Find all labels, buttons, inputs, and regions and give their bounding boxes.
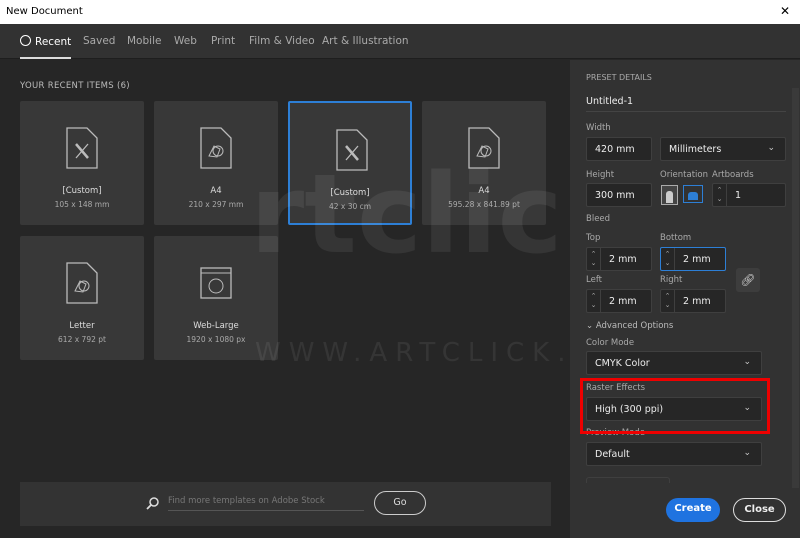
chevron-down-icon: ⌄	[743, 357, 751, 367]
go-button[interactable]: Go	[374, 491, 426, 515]
stock-search-input[interactable]: Find more templates on Adobe Stock	[168, 496, 364, 511]
recent-heading: YOUR RECENT ITEMS (6)	[20, 81, 130, 91]
recent-item-card[interactable]: [Custom] 105 x 148 mm	[20, 101, 144, 225]
custom-doc-icon	[336, 129, 368, 171]
chevron-down-icon: ⌄	[767, 143, 775, 153]
clock-icon	[20, 35, 31, 46]
top-label: Top	[586, 233, 601, 243]
recent-item-card[interactable]: [Custom] 42 x 30 cm	[288, 101, 412, 225]
portrait-icon[interactable]	[661, 185, 678, 205]
preview-mode-select[interactable]: Default ⌄	[586, 442, 762, 466]
bottom-label: Bottom	[660, 233, 692, 243]
item-size: 612 x 792 pt	[58, 335, 106, 344]
print-doc-icon	[468, 127, 500, 169]
left-label: Left	[586, 275, 602, 285]
width-input[interactable]: 420 mm	[586, 137, 652, 161]
custom-doc-icon	[66, 127, 98, 169]
window-title: New Document	[6, 6, 83, 17]
item-size: 595.28 x 841.89 pt	[448, 200, 520, 209]
item-size: 42 x 30 cm	[328, 202, 372, 211]
print-doc-icon	[200, 127, 232, 169]
bleed-bottom-value: 2 mm	[683, 254, 711, 265]
recent-item-card[interactable]: A4 210 x 297 mm	[154, 101, 278, 225]
advanced-options-label: Advanced Options	[595, 321, 674, 331]
color-mode-value: CMYK Color	[595, 358, 650, 369]
create-button[interactable]: Create	[666, 498, 720, 522]
print-doc-icon	[66, 262, 98, 304]
preset-details-panel: PRESET DETAILS Untitled-1 Width 420 mm M…	[570, 60, 800, 538]
preset-name-input[interactable]: Untitled-1	[586, 90, 786, 112]
tab-mobile[interactable]: Mobile	[127, 35, 161, 47]
tab-film-video[interactable]: Film & Video	[249, 35, 315, 47]
units-value: Millimeters	[669, 144, 722, 155]
artboards-value: 1	[735, 190, 742, 201]
item-name: Web-Large	[193, 321, 239, 331]
advanced-options-toggle[interactable]: ⌄ Advanced Options	[586, 321, 673, 331]
stepper-arrows-icon[interactable]: ⌃ ⌄	[587, 248, 601, 270]
units-select[interactable]: Millimeters ⌄	[660, 137, 786, 161]
tab-saved[interactable]: Saved	[83, 35, 115, 47]
bleed-left-stepper[interactable]: ⌃ ⌄ 2 mm	[586, 289, 652, 313]
color-mode-label: Color Mode	[586, 338, 635, 348]
item-size: 105 x 148 mm	[54, 200, 110, 209]
recent-area: YOUR RECENT ITEMS (6) [Custom] 105 x 148 …	[0, 60, 570, 538]
tab-label: Recent	[35, 36, 72, 48]
highlight-box	[580, 378, 770, 434]
recent-item-card[interactable]: A4 595.28 x 841.89 pt	[422, 101, 546, 225]
web-doc-icon	[200, 267, 232, 299]
item-name: A4	[210, 186, 222, 196]
right-label: Right	[660, 275, 683, 285]
bleed-top-value: 2 mm	[609, 254, 637, 265]
item-size: 210 x 297 mm	[188, 200, 244, 209]
item-name: Letter	[69, 321, 95, 331]
tab-art-illustration[interactable]: Art & Illustration	[322, 35, 409, 47]
item-name: [Custom]	[62, 186, 102, 196]
recent-item-card[interactable]: Letter 612 x 792 pt	[20, 236, 144, 360]
orientation-label: Orientation	[660, 170, 708, 180]
width-label: Width	[586, 123, 611, 133]
title-bar: New Document ✕	[0, 0, 800, 24]
bleed-top-stepper[interactable]: ⌃ ⌄ 2 mm	[586, 247, 652, 271]
stepper-arrows-icon[interactable]: ⌃ ⌄	[713, 184, 727, 206]
link-bleed-icon[interactable]: 🔗︎	[736, 268, 760, 292]
bleed-right-value: 2 mm	[683, 296, 711, 307]
stepper-arrows-icon[interactable]: ⌃ ⌄	[661, 290, 675, 312]
tab-bar: Recent Saved Mobile Web Print Film & Vid…	[0, 24, 800, 59]
artboards-label: Artboards	[712, 170, 754, 180]
stock-search-bar: Find more templates on Adobe Stock Go	[20, 482, 551, 526]
item-size: 1920 x 1080 px	[186, 335, 246, 344]
search-icon	[146, 497, 159, 510]
more-field	[586, 477, 670, 483]
artboards-stepper[interactable]: ⌃ ⌄ 1	[712, 183, 786, 207]
bleed-label: Bleed	[586, 214, 611, 224]
panel-scrollbar[interactable]	[792, 88, 799, 488]
tab-print[interactable]: Print	[211, 35, 235, 47]
height-input[interactable]: 300 mm	[586, 183, 652, 207]
stepper-arrows-icon[interactable]: ⌃ ⌄	[661, 248, 675, 270]
close-window-icon[interactable]: ✕	[780, 4, 790, 18]
bleed-left-value: 2 mm	[609, 296, 637, 307]
tab-recent[interactable]: Recent	[20, 35, 72, 59]
recent-item-card[interactable]: Web-Large 1920 x 1080 px	[154, 236, 278, 360]
preview-mode-value: Default	[595, 449, 630, 460]
stepper-arrows-icon[interactable]: ⌃ ⌄	[587, 290, 601, 312]
bleed-right-stepper[interactable]: ⌃ ⌄ 2 mm	[660, 289, 726, 313]
landscape-icon[interactable]	[683, 185, 703, 203]
item-name: A4	[478, 186, 490, 196]
tab-web[interactable]: Web	[174, 35, 197, 47]
close-button[interactable]: Close	[733, 498, 786, 522]
chevron-down-icon: ⌄	[743, 448, 751, 458]
bleed-bottom-stepper[interactable]: ⌃ ⌄ 2 mm	[660, 247, 726, 271]
preset-heading: PRESET DETAILS	[586, 73, 652, 82]
height-label: Height	[586, 170, 615, 180]
color-mode-select[interactable]: CMYK Color ⌄	[586, 351, 762, 375]
item-name: [Custom]	[330, 188, 370, 198]
